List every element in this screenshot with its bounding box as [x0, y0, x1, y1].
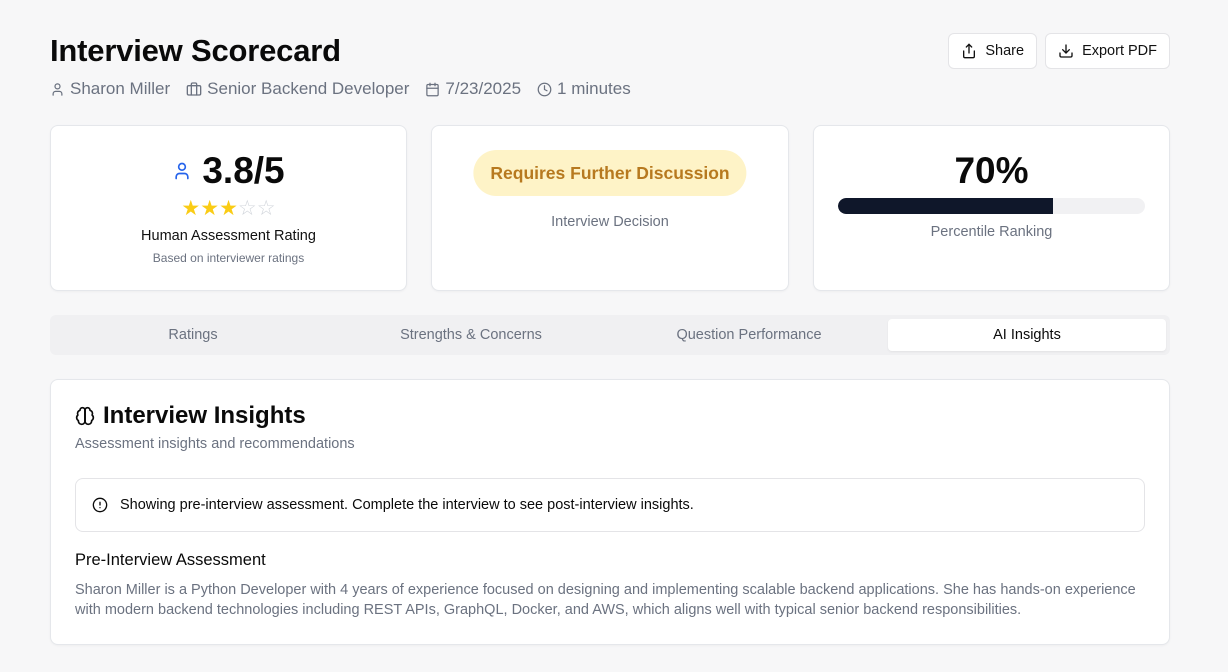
- date-item: 7/23/2025: [425, 79, 521, 99]
- rating-sublabel: Based on interviewer ratings: [152, 251, 305, 265]
- share-icon: [963, 43, 976, 59]
- percentile-value: 70%: [954, 150, 1029, 191]
- rating-card: 3.8/5 ★ ★ ★ ☆ ☆ Human Assessment Rating Base…: [50, 125, 407, 291]
- alert-text: Showing pre-interview assessment. Comple…: [120, 497, 694, 513]
- candidate-meta: Sharon Miller Senior Backend Developer 7…: [50, 79, 647, 99]
- tab-strengths-concerns[interactable]: Strengths & Concerns: [332, 319, 610, 351]
- star-icon: ★: [181, 197, 201, 220]
- star-icon: ★: [219, 197, 238, 220]
- pre-assessment-title: Pre-Interview Assessment: [75, 551, 266, 569]
- decision-label: Interview Decision: [551, 214, 669, 230]
- insights-title-row: Interview Insights: [75, 402, 306, 430]
- share-label: Share: [985, 43, 1025, 59]
- tab-ratings[interactable]: Ratings: [54, 319, 332, 351]
- decision-badge: Requires Further Discussion: [473, 150, 747, 196]
- clock-icon: [537, 82, 552, 96]
- rating-label: Human Assessment Rating: [141, 228, 316, 244]
- rating-score: 3.8/5: [202, 150, 285, 191]
- scorecard-tabs: Ratings Strengths & Concerns Question Pe…: [50, 315, 1170, 355]
- duration-item: 1 minutes: [537, 79, 631, 99]
- interview-date: 7/23/2025: [445, 79, 522, 98]
- page-title: Interview Scorecard: [50, 33, 341, 68]
- briefcase-icon: [186, 82, 202, 96]
- percentile-label: Percentile Ranking: [930, 224, 1053, 240]
- star-icon: ☆: [256, 197, 276, 220]
- percentile-bar-fill: [838, 198, 1053, 214]
- star-rating: ★ ★ ★ ☆ ☆: [51, 198, 406, 220]
- role-title: Senior Backend Developer: [207, 79, 410, 98]
- calendar-icon: [426, 82, 440, 96]
- interview-duration: 1 minutes: [557, 79, 631, 98]
- insights-panel: Interview Insights Assessment insights a…: [50, 379, 1170, 645]
- brain-icon: [75, 406, 95, 426]
- tab-ai-insights[interactable]: AI Insights: [888, 319, 1166, 351]
- insights-title: Interview Insights: [103, 402, 306, 429]
- star-icon: ☆: [237, 197, 257, 220]
- alert-circle-icon: [92, 497, 108, 513]
- share-button[interactable]: Share: [948, 33, 1038, 69]
- pre-assessment-body: Sharon Miller is a Python Developer with…: [75, 582, 1136, 618]
- decision-card: Requires Further Discussion Interview De…: [431, 125, 789, 291]
- insights-subtitle: Assessment insights and recommendations: [75, 436, 355, 452]
- header-actions: Share Export PDF: [948, 33, 1170, 69]
- user-icon: [175, 162, 190, 180]
- tab-question-performance[interactable]: Question Performance: [610, 319, 888, 351]
- percentile-bar: [838, 198, 1145, 214]
- star-icon: ★: [200, 197, 220, 220]
- download-icon: [1059, 44, 1073, 58]
- score-row: 3.8/5: [51, 151, 406, 191]
- role-item: Senior Backend Developer: [186, 79, 409, 99]
- info-alert: Showing pre-interview assessment. Comple…: [75, 478, 1145, 532]
- candidate-name: Sharon Miller: [70, 79, 171, 98]
- page-header: Interview Scorecard: [50, 33, 341, 69]
- candidate-name-item: Sharon Miller: [50, 79, 170, 99]
- user-icon: [52, 82, 63, 96]
- percentile-card: 70% Percentile Ranking: [813, 125, 1170, 291]
- export-pdf-button[interactable]: Export PDF: [1045, 33, 1170, 69]
- export-label: Export PDF: [1082, 43, 1157, 59]
